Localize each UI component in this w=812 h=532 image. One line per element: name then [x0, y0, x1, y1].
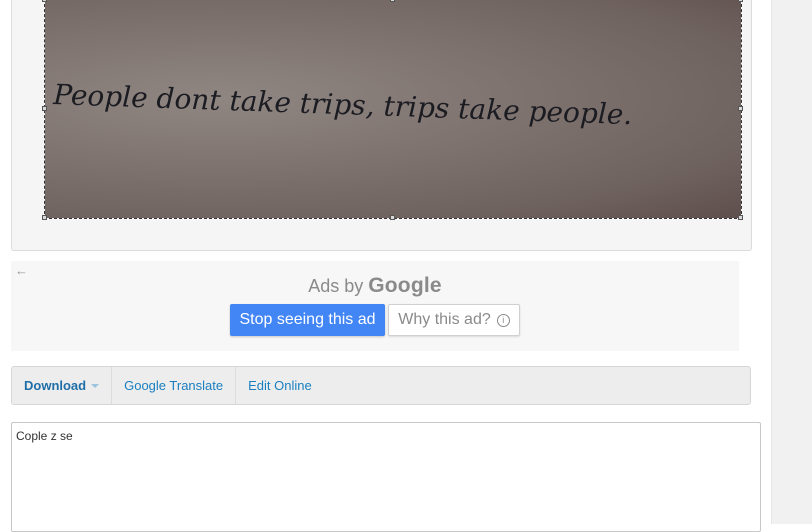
chevron-down-icon: [91, 383, 100, 388]
download-label: Download: [24, 378, 87, 393]
crop-handle-ml[interactable]: [42, 106, 47, 111]
handwriting-image: People dont take trips, trips take peopl…: [52, 78, 633, 131]
crop-handle-tm[interactable]: [390, 0, 395, 2]
handwriting-text: People dont take trips, trips take peopl…: [52, 78, 633, 131]
google-logo-text: Google: [368, 274, 442, 297]
info-icon: i: [496, 314, 510, 327]
ads-by-label: Ads by: [308, 276, 364, 296]
google-translate-label: Google Translate: [124, 378, 224, 393]
image-panel: People dont take trips, trips take peopl…: [11, 0, 752, 251]
crop-handle-tl[interactable]: [42, 0, 47, 2]
crop-handle-bm[interactable]: [390, 215, 395, 220]
stop-seeing-ad-button[interactable]: Stop seeing this ad: [230, 304, 385, 336]
why-this-ad-button[interactable]: Why this ad? i: [388, 304, 520, 336]
crop-handle-bl[interactable]: [42, 215, 47, 220]
edit-online-link[interactable]: Edit Online: [236, 367, 324, 404]
ocr-result-textarea[interactable]: Cople z se: [11, 422, 761, 532]
crop-handle-mr[interactable]: [738, 106, 743, 111]
crop-handle-br[interactable]: [738, 215, 743, 220]
uploaded-image[interactable]: People dont take trips, trips take peopl…: [42, 0, 743, 220]
download-dropdown[interactable]: Download: [12, 367, 113, 404]
why-this-ad-label: Why this ad?: [398, 311, 491, 328]
ads-by-google: Ads by Google: [11, 274, 739, 298]
crop-handle-tr[interactable]: [738, 0, 743, 2]
google-translate-link[interactable]: Google Translate: [112, 367, 237, 404]
ad-area: ← Ads by Google Stop seeing this ad Why …: [11, 261, 739, 351]
output-toolbar: Download Google Translate Edit Online: [11, 366, 751, 405]
right-sidebar: [771, 0, 812, 524]
edit-online-label: Edit Online: [248, 378, 312, 393]
